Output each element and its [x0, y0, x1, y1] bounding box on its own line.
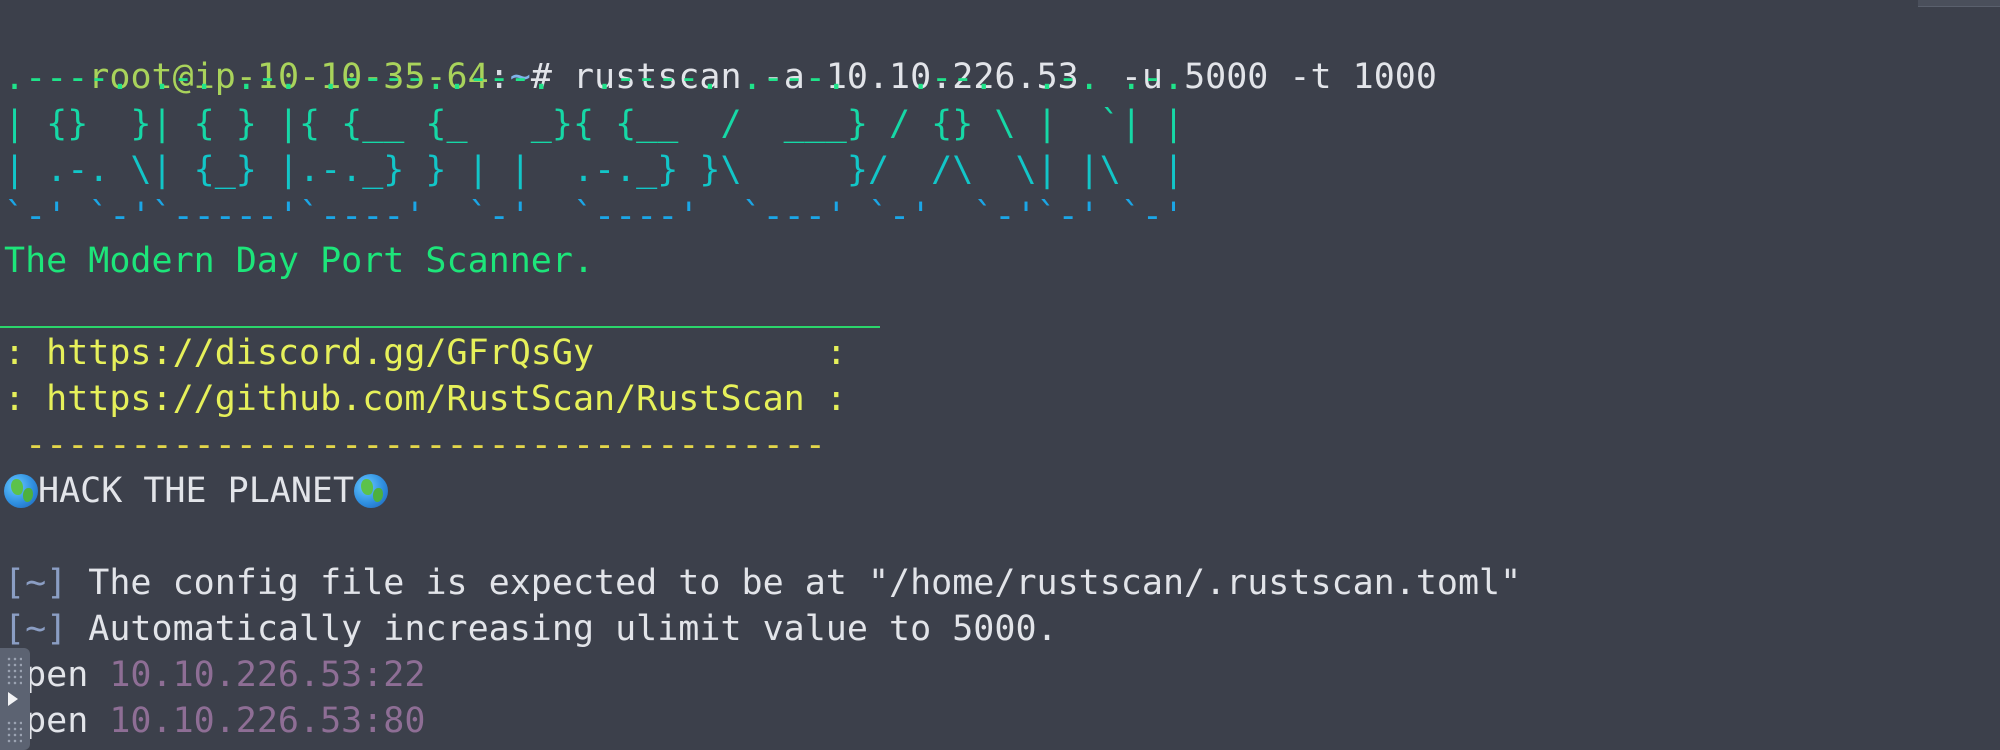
globe-icon [4, 474, 38, 508]
github-link[interactable]: : https://github.com/RustScan/RustScan : [4, 376, 847, 422]
banner-line-1: .----. .-. .-. .----..---. .----. .---. … [4, 55, 1184, 101]
banner-line-4: `-' `-'`-----'`----' `-' `----' `---' `-… [4, 193, 1184, 239]
message-tag: [~] [4, 609, 68, 649]
banner-text: `-' `-'`-----'`----' `-' `----' `---' `-… [4, 196, 1185, 236]
hack-the-planet-line: HACK THE PLANET [4, 468, 389, 514]
banner-line-3: | .-. \| {_} |.-._} } | | .-._} }\ }/ /\… [4, 147, 1184, 193]
discord-link[interactable]: : https://discord.gg/GFrQsGy : [4, 330, 847, 376]
banner-text: .----. .-. .-. .----..---. .----. .---. … [4, 58, 1185, 98]
open-address: 10.10.226.53:80 [109, 701, 426, 741]
message-tag: [~] [4, 563, 68, 603]
scroll-handle[interactable] [0, 648, 30, 750]
open-port-line: Open 10.10.226.53:80 [4, 698, 425, 744]
dash-divider: -------------------------------------- [4, 425, 826, 465]
open-address: 10.10.226.53:22 [109, 655, 426, 695]
grip-dots-icon [6, 656, 22, 686]
window-corner-tab[interactable] [1918, 0, 2000, 7]
message-line: [~] Automatically increasing ulimit valu… [4, 606, 1058, 652]
prompt-line: root@ip-10-10-35-64:~# rustscan -a 10.10… [4, 8, 1437, 97]
message-line: [~] The config file is expected to be at… [4, 560, 1521, 606]
open-port-line: Open 10.10.226.53:22 [4, 652, 425, 698]
hack-text: HACK THE PLANET [38, 471, 355, 511]
divider-rule [0, 326, 880, 328]
grip-dots-icon [6, 720, 22, 744]
expand-arrow-icon[interactable] [8, 692, 18, 706]
tagline: The Modern Day Port Scanner. [4, 241, 595, 281]
message-text: The config file is expected to be at "/h… [67, 563, 1522, 603]
terminal-window[interactable]: root@ip-10-10-35-64:~# rustscan -a 10.10… [0, 0, 2000, 750]
banner-text: | .-. \| {_} |.-._} } | | .-._} }\ }/ /\… [4, 150, 1185, 190]
globe-icon [354, 474, 389, 508]
banner-text: | {} }| { } |{ {__ {_ _}{ {__ / ___} / {… [4, 104, 1185, 144]
message-text: Automatically increasing ulimit value to… [67, 609, 1058, 649]
banner-line-2: | {} }| { } |{ {__ {_ _}{ {__ / ___} / {… [4, 101, 1184, 147]
